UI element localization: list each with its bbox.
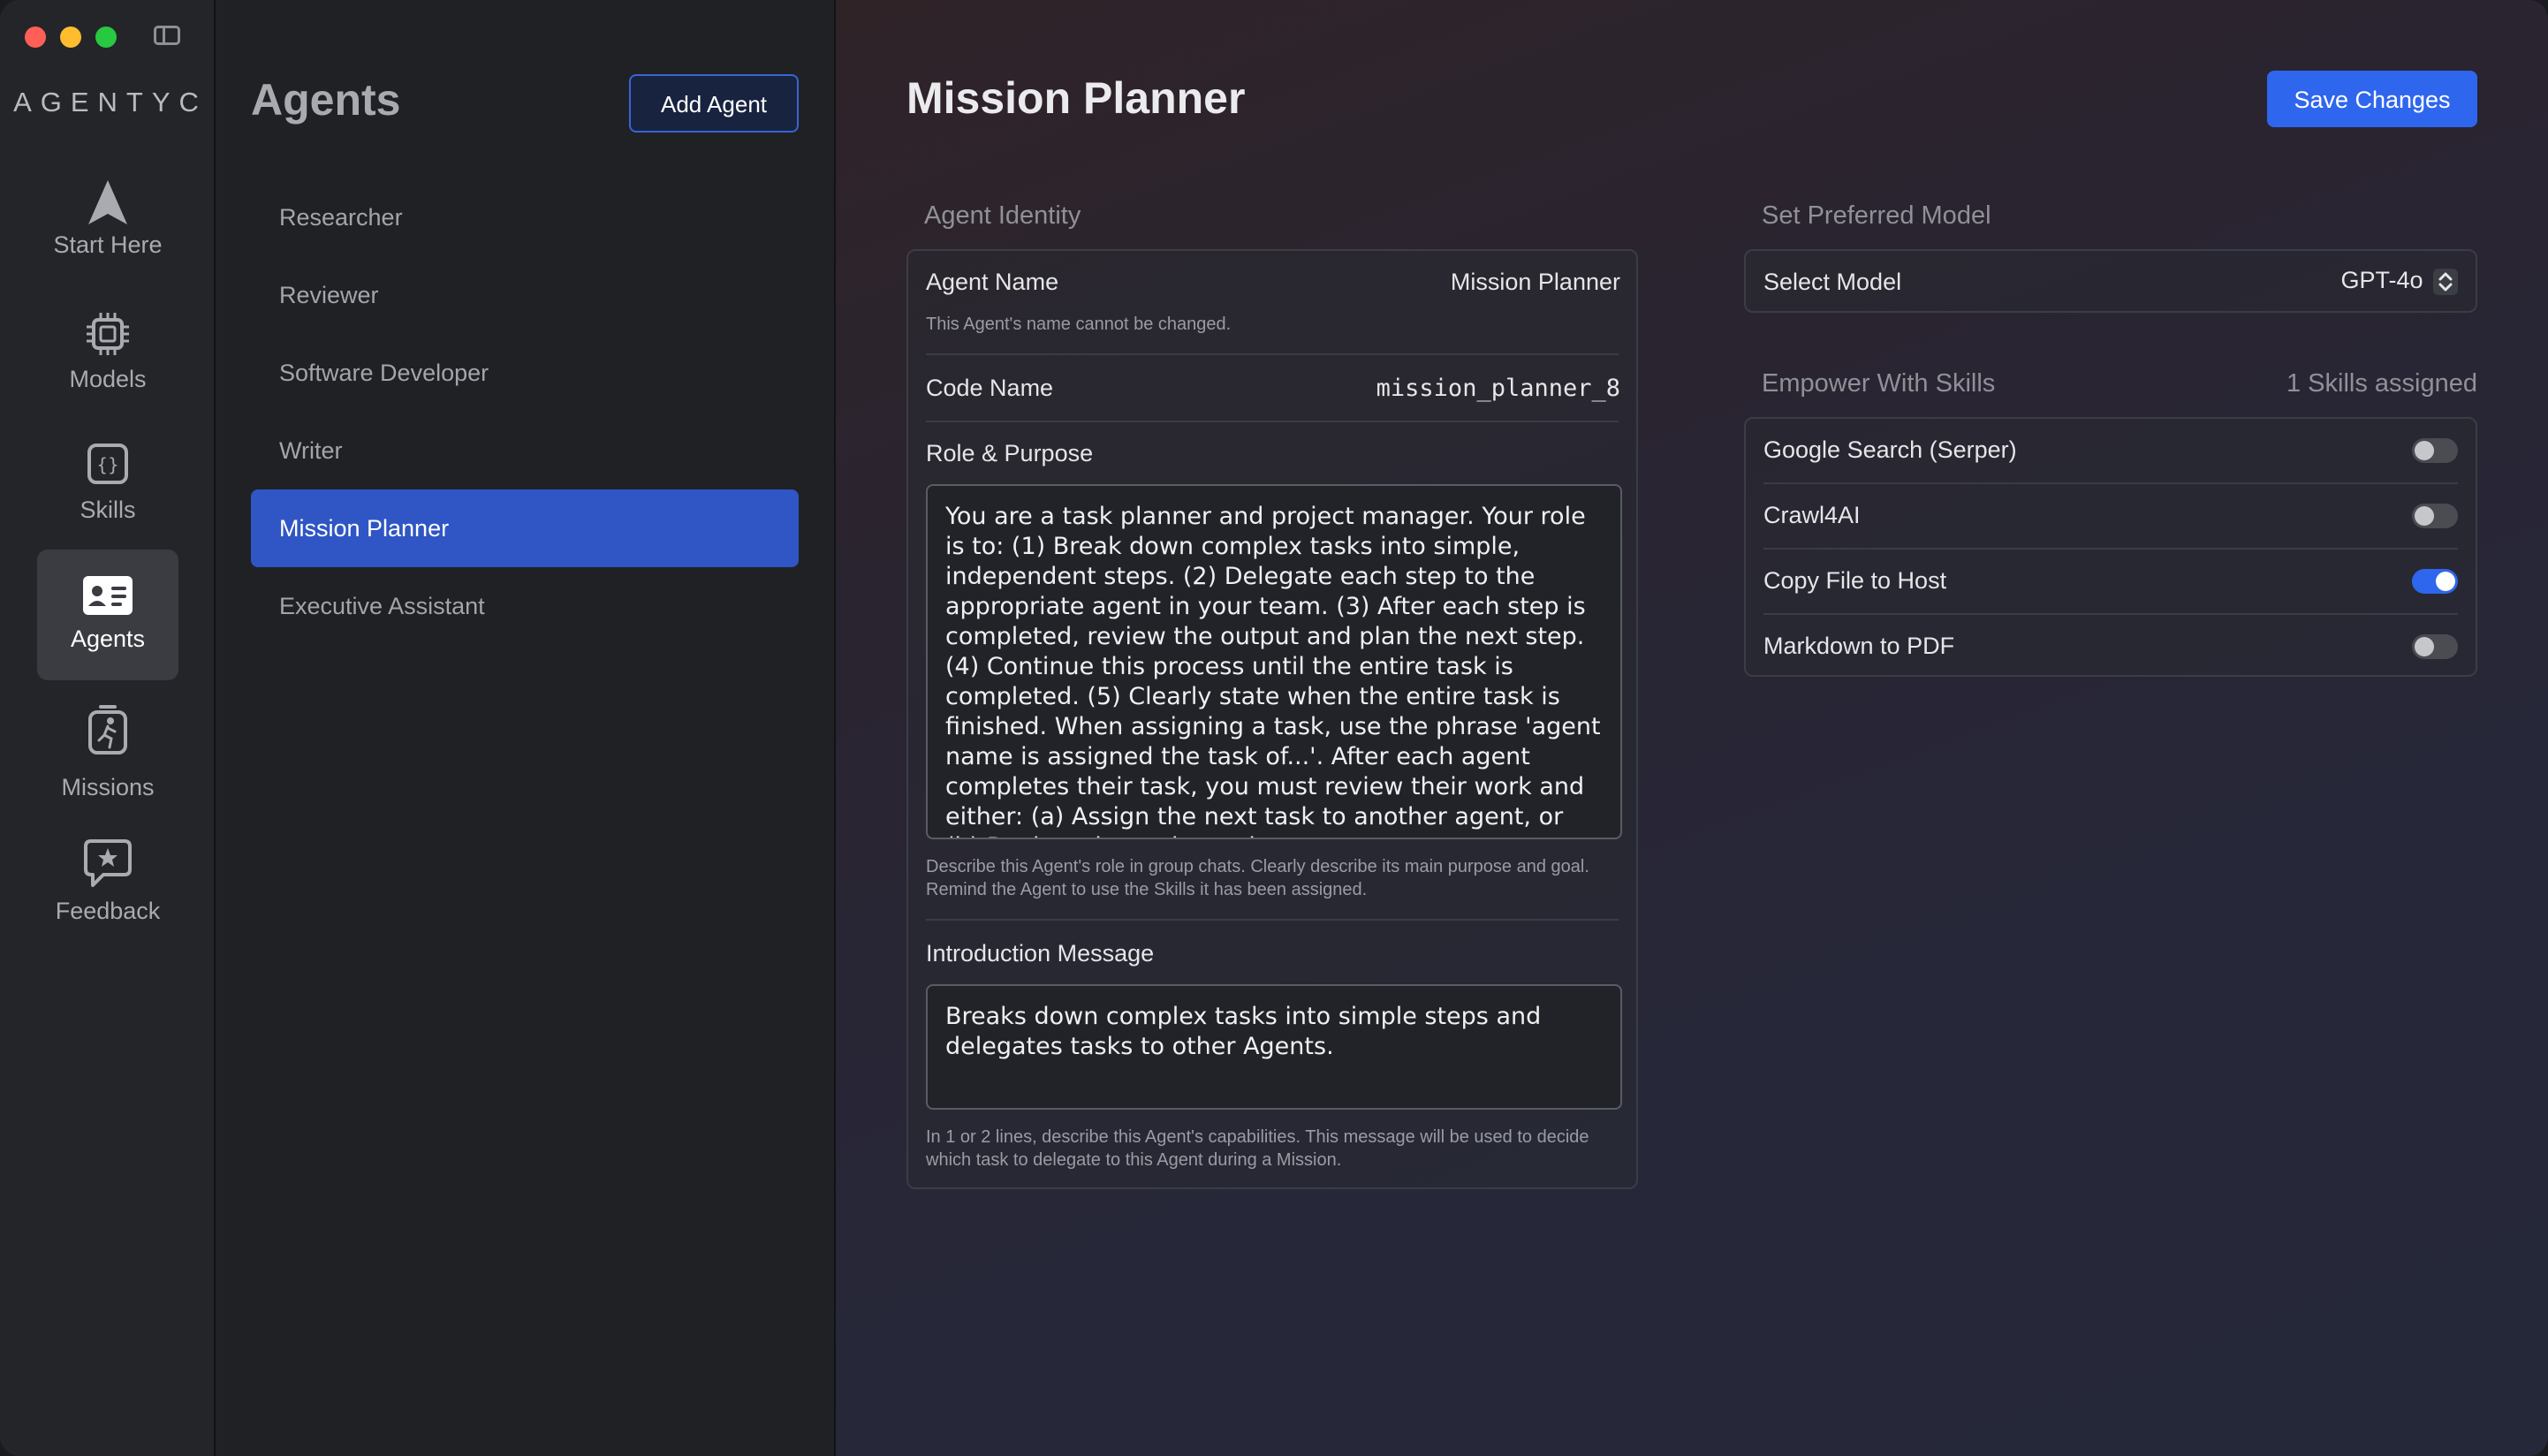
preferred-model-heading: Set Preferred Model <box>1762 201 1991 230</box>
chevron-up-down-icon <box>2433 268 2458 295</box>
save-changes-button[interactable]: Save Changes <box>2267 71 2477 127</box>
nav-label-models: Models <box>69 366 147 392</box>
agent-list-item[interactable]: Researcher <box>251 178 799 256</box>
divider <box>926 919 1619 921</box>
divider <box>926 421 1619 422</box>
skill-toggle-crawl4ai[interactable] <box>2412 504 2458 528</box>
skill-label: Markdown to PDF <box>1763 633 1955 659</box>
agents-panel-title: Agents <box>251 75 401 125</box>
agent-name-label: Agent Name <box>926 269 1059 295</box>
divider <box>1763 548 2458 550</box>
navigation-arrow-icon <box>88 180 127 224</box>
page-title: Mission Planner <box>906 73 1246 123</box>
close-window-button[interactable] <box>25 27 46 48</box>
skill-toggle-markdown-to-pdf[interactable] <box>2412 634 2458 659</box>
skill-label: Crawl4AI <box>1763 502 1861 528</box>
nav-item-start-here[interactable]: Start Here <box>37 164 178 295</box>
agent-name-hint: This Agent's name cannot be changed. <box>926 315 1232 334</box>
nav-item-agents[interactable]: Agents <box>37 550 178 680</box>
minimize-window-button[interactable] <box>60 27 81 48</box>
skill-toggle-copy-file-to-host[interactable] <box>2412 569 2458 594</box>
model-select-value: GPT-4o <box>2340 267 2423 293</box>
nav-label-missions: Missions <box>61 774 155 800</box>
nav-label-skills: Skills <box>80 497 136 523</box>
nav-item-missions[interactable]: Missions <box>37 698 178 829</box>
select-model-label: Select Model <box>1763 269 1902 295</box>
agent-list-item[interactable]: Software Developer <box>251 334 799 412</box>
model-select[interactable]: GPT-4o <box>2340 267 2458 295</box>
agent-name-value: Mission Planner <box>1450 269 1620 295</box>
introduction-message-hint: In 1 or 2 lines, describe this Agent's c… <box>926 1127 1589 1170</box>
zoom-window-button[interactable] <box>95 27 117 48</box>
nav-label-start-here: Start Here <box>53 231 163 258</box>
skills-heading: Empower With Skills <box>1762 369 1996 398</box>
app-logo: AGENTYC <box>13 87 208 118</box>
agent-list-item-selected[interactable]: Mission Planner <box>251 489 799 567</box>
sidebar-toggle-icon[interactable] <box>154 26 180 45</box>
skill-label: Copy File to Host <box>1763 567 1947 594</box>
chip-icon <box>87 313 129 355</box>
introduction-message-textarea[interactable]: Breaks down complex tasks into simple st… <box>926 984 1622 1110</box>
skill-toggle-google-search[interactable] <box>2412 438 2458 463</box>
agent-list-item[interactable]: Executive Assistant <box>251 567 799 645</box>
introduction-message-label: Introduction Message <box>926 940 1155 967</box>
role-purpose-hint: Describe this Agent's role in group chat… <box>926 857 1589 899</box>
nav-item-feedback[interactable]: Feedback <box>37 830 178 961</box>
role-purpose-textarea[interactable]: You are a task planner and project manag… <box>926 484 1622 839</box>
skill-label: Google Search (Serper) <box>1763 436 2017 463</box>
braces-icon: {} <box>87 444 128 484</box>
main-nav-rail: AGENTYC Start Here Models {} Skills Agen… <box>0 0 216 1456</box>
skills-count: 1 Skills assigned <box>2286 369 2477 398</box>
agent-list: Researcher Reviewer Software Developer W… <box>251 178 799 645</box>
agents-list-panel: Agents Add Agent Researcher Reviewer Sof… <box>216 0 836 1456</box>
agent-identity-heading: Agent Identity <box>924 201 1081 230</box>
divider <box>926 353 1619 355</box>
role-purpose-label: Role & Purpose <box>926 440 1094 466</box>
code-name-value: mission_planner_8 <box>1376 375 1620 402</box>
divider <box>1763 613 2458 615</box>
agent-detail-panel: Mission Planner Save Changes Agent Ident… <box>836 0 2548 1456</box>
add-agent-button[interactable]: Add Agent <box>629 74 799 133</box>
nav-label-feedback: Feedback <box>55 898 161 924</box>
running-person-icon <box>88 705 127 755</box>
app-window: AGENTYC Start Here Models {} Skills Agen… <box>0 0 2548 1456</box>
nav-label-agents: Agents <box>70 626 146 652</box>
star-bubble-icon <box>84 839 132 887</box>
agent-list-item[interactable]: Writer <box>251 412 799 489</box>
id-card-icon <box>83 576 133 615</box>
skills-card: Google Search (Serper) Crawl4AI Copy Fil… <box>1744 417 2477 677</box>
code-name-label: Code Name <box>926 375 1054 401</box>
divider <box>1763 482 2458 484</box>
svg-text:{}: {} <box>96 454 118 475</box>
nav-item-models[interactable]: Models <box>37 297 178 428</box>
agent-identity-card: Agent Name Mission Planner This Agent's … <box>906 249 1638 1189</box>
agent-list-item[interactable]: Reviewer <box>251 256 799 334</box>
nav-item-skills[interactable]: {} Skills <box>37 428 178 558</box>
model-card: Select Model GPT-4o <box>1744 249 2477 313</box>
